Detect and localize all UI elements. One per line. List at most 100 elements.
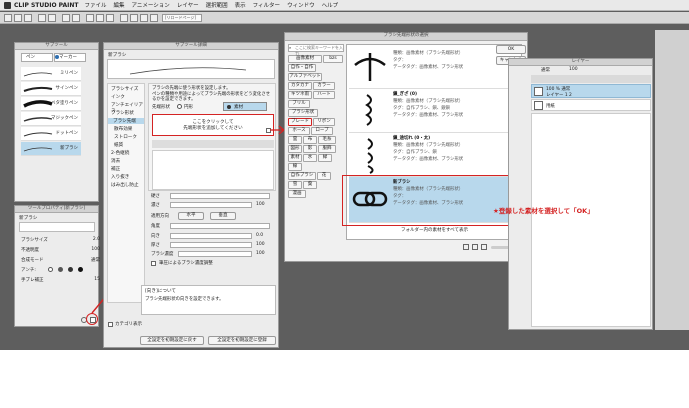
material-item[interactable]: 種類：画像素材（ブラシ先端形状） タグ： データタグ：画像素材、ブラシ形状	[349, 45, 520, 89]
tag-button[interactable]: 自作ブラシ	[288, 172, 316, 180]
tag-button[interactable]: 影	[303, 145, 317, 153]
tag-button[interactable]: 花	[317, 172, 331, 180]
view-large-icon[interactable]	[481, 244, 487, 250]
category-item[interactable]: 散布効果	[114, 126, 132, 132]
tag-button[interactable]: ロープ	[311, 127, 333, 135]
tag-button[interactable]: 葉	[303, 181, 317, 189]
density-slider[interactable]	[170, 202, 252, 208]
tag-button[interactable]: ブレード	[288, 118, 312, 126]
radio-material-button[interactable]: 素材	[223, 102, 267, 111]
transform-icon[interactable]	[72, 14, 80, 22]
tag-button[interactable]: ブリル	[288, 100, 310, 108]
register-all-button[interactable]: 全設定を初期設定に登録	[208, 336, 276, 345]
category-item[interactable]: ストローク	[114, 134, 137, 140]
tag-button[interactable]: ブラシ形状	[288, 109, 318, 117]
menu-view[interactable]: 表示	[235, 1, 246, 9]
tag-button[interactable]: 画像素材	[288, 55, 322, 63]
layer-opacity[interactable]: 100	[569, 67, 578, 72]
undo-icon[interactable]	[38, 14, 46, 22]
category-item-selected[interactable]: ブラシ先端	[108, 118, 144, 124]
direction-vertical-button[interactable]: 垂直	[210, 212, 236, 220]
prop-blend-mode[interactable]: 合成モード 通常	[18, 256, 104, 265]
subtool-item[interactable]: ベタ塗りペン	[21, 97, 81, 111]
tag-button[interactable]: 服飾	[318, 145, 336, 153]
menu-animation[interactable]: アニメーション	[132, 1, 170, 9]
category-item[interactable]: 2-色継続	[111, 150, 129, 156]
tag-button[interactable]: 自作・自作	[288, 64, 316, 72]
app-name[interactable]: CLIP STUDIO PAINT	[14, 2, 78, 9]
subtool-item[interactable]: ミリペン	[21, 67, 81, 81]
menu-help[interactable]: ヘルプ	[322, 1, 339, 9]
add-tip-shape-area[interactable]: ここをクリックして 先端形状を追加してください	[152, 114, 274, 136]
antialias-none-icon[interactable]	[48, 267, 53, 272]
ruler-icon[interactable]	[130, 14, 138, 22]
search-input[interactable]: ここに検索キーワードを入力	[288, 44, 344, 56]
radio-circle-label[interactable]: 円形	[184, 104, 193, 110]
deselect-icon[interactable]	[86, 14, 94, 22]
show-all-link[interactable]: フォルダー内の素材をすべて表示	[349, 227, 520, 233]
direction-slider[interactable]	[170, 233, 252, 239]
material-item[interactable]: 鎖_途切れ (0・太) 種類：画像素材（ブラシ先端形状） タグ：自作ブラシ、鎖 …	[349, 133, 520, 177]
tag-button[interactable]: アルファベット	[288, 73, 322, 81]
subtool-item[interactable]: サインペン	[21, 82, 81, 96]
menu-window[interactable]: ウィンドウ	[287, 1, 315, 9]
tag-button[interactable]: リボン	[313, 118, 335, 126]
menu-filter[interactable]: フィルター	[253, 1, 280, 9]
save-icon[interactable]	[24, 14, 32, 22]
tag-button[interactable]: ホース	[288, 127, 310, 135]
layer-row[interactable]: 用紙	[531, 99, 651, 111]
reset-all-button[interactable]: 全設定を初期設定に戻す	[140, 336, 204, 345]
tag-button[interactable]: ハート	[313, 91, 335, 99]
layer-blend-mode[interactable]: 通常	[541, 67, 550, 73]
layer-row-selected[interactable]: 100 % 通常 レイヤー 1 2	[531, 84, 651, 98]
prop-antialias[interactable]: アンチ:	[18, 266, 104, 275]
subtool-item-selected[interactable]: 新ブラシ	[21, 142, 81, 156]
invert-selection-icon[interactable]	[106, 14, 114, 22]
tag-button[interactable]: 線	[288, 163, 302, 171]
brush-density-slider[interactable]	[178, 251, 252, 257]
crop-icon[interactable]	[96, 14, 104, 22]
category-item[interactable]: 入り抜き	[111, 174, 129, 180]
tab-pen[interactable]: ペン	[21, 53, 53, 62]
category-item[interactable]: はみ出し防止	[111, 182, 139, 188]
tag-button[interactable]: カタカナ	[288, 82, 312, 90]
subtool-item[interactable]: ドットペン	[21, 127, 81, 141]
prop-brush-size[interactable]: ブラシサイズ 2.0	[18, 236, 104, 245]
radio-circle-icon[interactable]	[177, 104, 182, 109]
material-item[interactable]: 鎖_ぎざ (0) 種類：画像素材（ブラシ先端形状） タグ：自作ブラシ、鎖、銀鎖 …	[349, 89, 520, 133]
tag-button[interactable]: 毛糸	[318, 136, 336, 144]
category-item[interactable]: 補正	[111, 166, 120, 172]
direction-horizontal-button[interactable]: 水平	[178, 212, 204, 220]
tag-button[interactable]: 図形	[288, 145, 302, 153]
tag-button[interactable]: カラー	[313, 82, 335, 90]
menu-layer[interactable]: レイヤー	[177, 1, 199, 9]
view-list-icon[interactable]	[463, 244, 469, 250]
menu-file[interactable]: ファイル	[84, 1, 106, 9]
tag-button[interactable]: 漫画	[288, 190, 306, 198]
tag-button[interactable]: bzs	[323, 55, 343, 63]
show-category-checkbox[interactable]	[108, 322, 113, 327]
angle-slider[interactable]	[170, 223, 270, 229]
category-item[interactable]: 紙質	[114, 142, 123, 148]
antialias-mid-icon[interactable]	[68, 267, 73, 272]
snap-icon[interactable]	[120, 14, 128, 22]
clear-icon[interactable]	[62, 14, 70, 22]
tag-button[interactable]: 素材	[288, 154, 302, 162]
apple-icon[interactable]	[4, 1, 11, 9]
new-file-icon[interactable]	[4, 14, 12, 22]
tag-button[interactable]: 水	[303, 154, 317, 162]
category-item[interactable]: ブラシサイズ	[111, 86, 138, 92]
tip-shape-list[interactable]	[152, 150, 274, 190]
tag-button[interactable]: 雲	[288, 136, 302, 144]
command-field[interactable]: [リロードページ]	[162, 14, 202, 22]
category-item[interactable]: 消去	[111, 158, 120, 164]
redo-icon[interactable]	[48, 14, 56, 22]
menu-edit[interactable]: 編集	[114, 1, 125, 9]
grid-icon[interactable]	[140, 14, 148, 22]
menu-selection[interactable]: 選択範囲	[206, 1, 228, 9]
pressure-density-checkbox[interactable]	[151, 261, 156, 266]
subtool-item[interactable]: マジックペン	[21, 112, 81, 126]
guide-icon[interactable]	[150, 14, 158, 22]
ok-button[interactable]: OK	[496, 45, 526, 54]
antialias-high-icon[interactable]	[78, 267, 83, 272]
